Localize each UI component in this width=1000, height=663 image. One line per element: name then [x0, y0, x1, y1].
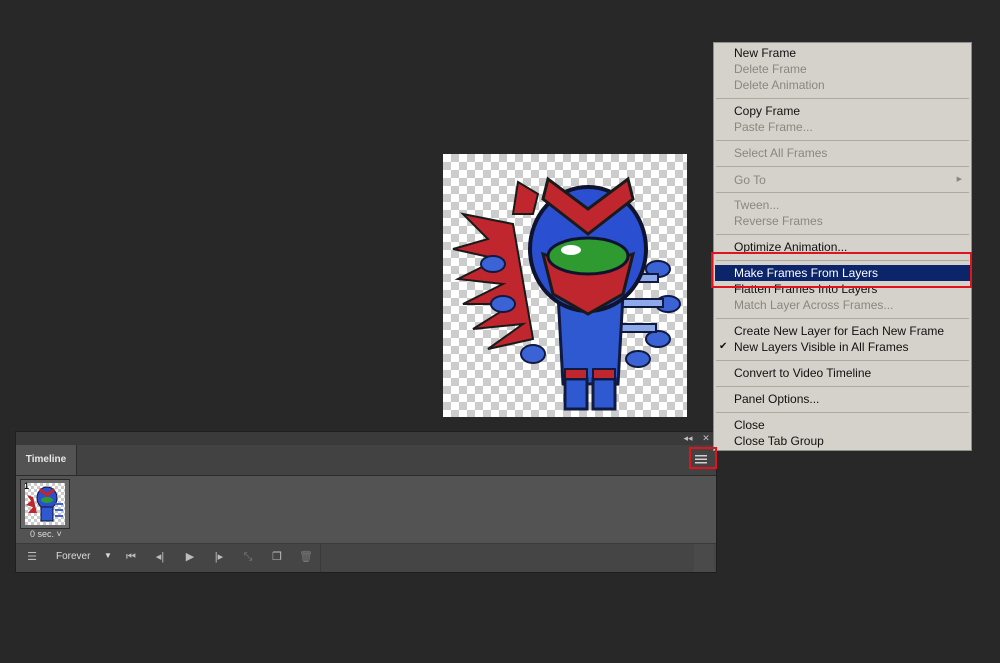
- highlight-box-menu-item: [711, 252, 972, 288]
- menu-item-panel-options[interactable]: Panel Options...: [715, 391, 970, 407]
- timeline-panel: ◂◂ ✕ Timeline 1 0 sec. ˅ ☰ Forever ▼ ⏮ ◂…: [15, 431, 717, 573]
- menu-item-copy-frame[interactable]: Copy Frame: [715, 103, 970, 119]
- menu-item-delete-frame[interactable]: Delete Frame: [715, 61, 970, 77]
- menu-separator: [716, 318, 969, 319]
- character-artwork: [452, 176, 681, 411]
- duplicate-frame-icon[interactable]: ❐: [270, 550, 284, 564]
- menu-item-go-to[interactable]: Go To ▶: [715, 172, 970, 188]
- panel-flyout-menu: New Frame Delete Frame Delete Animation …: [713, 42, 972, 451]
- menu-separator: [716, 192, 969, 193]
- menu-item-create-new-layer-each-frame[interactable]: Create New Layer for Each New Frame: [715, 323, 970, 339]
- submenu-arrow-icon: ▶: [956, 176, 962, 183]
- frame-number: 1: [24, 481, 30, 491]
- animation-frame[interactable]: 1: [20, 479, 70, 529]
- menu-item-new-layers-visible-label: New Layers Visible in All Frames: [734, 340, 909, 354]
- close-icon[interactable]: ✕: [700, 432, 712, 445]
- play-icon[interactable]: ▶: [183, 550, 197, 564]
- double-chevron-left-icon[interactable]: ◂◂: [682, 432, 694, 445]
- frames-area: 1 0 sec. ˅: [16, 476, 716, 543]
- previous-frame-icon[interactable]: ◂|: [153, 550, 167, 564]
- panel-resize-area: [694, 544, 714, 572]
- tab-timeline[interactable]: Timeline: [16, 445, 77, 475]
- document-canvas[interactable]: [443, 154, 687, 417]
- menu-separator: [716, 360, 969, 361]
- tween-icon[interactable]: ⤡: [241, 550, 255, 564]
- convert-timeline-icon[interactable]: ☰: [25, 550, 39, 564]
- menu-item-close-tab-group[interactable]: Close Tab Group: [715, 433, 970, 449]
- next-frame-icon[interactable]: |▸: [212, 550, 226, 564]
- menu-separator: [716, 412, 969, 413]
- menu-item-paste-frame[interactable]: Paste Frame...: [715, 119, 970, 135]
- checkmark-icon: ✔: [719, 341, 728, 352]
- first-frame-icon[interactable]: ⏮: [124, 550, 138, 564]
- menu-separator: [716, 234, 969, 235]
- menu-item-reverse-frames[interactable]: Reverse Frames: [715, 213, 970, 229]
- menu-separator: [716, 140, 969, 141]
- divider: [320, 544, 321, 572]
- chevron-down-icon: ˅: [54, 529, 62, 539]
- frame-thumbnail: [25, 483, 65, 525]
- menu-separator: [716, 386, 969, 387]
- menu-item-close[interactable]: Close: [715, 417, 970, 433]
- frame-delay-value: 0 sec.: [30, 529, 55, 539]
- menu-item-new-frame[interactable]: New Frame: [715, 45, 970, 61]
- panel-title-bar: ◂◂ ✕: [16, 432, 716, 445]
- menu-separator: [716, 166, 969, 167]
- frame-thumbnail-art: [26, 486, 63, 522]
- menu-item-new-layers-visible[interactable]: ✔ New Layers Visible in All Frames: [715, 339, 970, 355]
- menu-item-convert-to-video-timeline[interactable]: Convert to Video Timeline: [715, 365, 970, 381]
- frame-delay-select[interactable]: 0 sec. ˅: [30, 529, 62, 539]
- menu-separator: [716, 98, 969, 99]
- menu-item-match-layer-across-frames[interactable]: Match Layer Across Frames...: [715, 297, 970, 313]
- timeline-controls: ☰ Forever ▼ ⏮ ◂| ▶ |▸ ⤡ ❐ 🗑: [16, 543, 716, 572]
- panel-tab-bar: Timeline: [16, 445, 716, 476]
- delete-frame-icon[interactable]: 🗑: [299, 550, 313, 564]
- menu-item-tween[interactable]: Tween...: [715, 197, 970, 213]
- menu-item-go-to-label: Go To: [734, 173, 766, 187]
- highlight-box-panel-menu: [689, 447, 717, 469]
- menu-item-delete-animation[interactable]: Delete Animation: [715, 77, 970, 93]
- chevron-down-icon: ▼: [104, 551, 112, 560]
- loop-options-select[interactable]: Forever: [56, 551, 90, 562]
- menu-item-select-all-frames[interactable]: Select All Frames: [715, 145, 970, 161]
